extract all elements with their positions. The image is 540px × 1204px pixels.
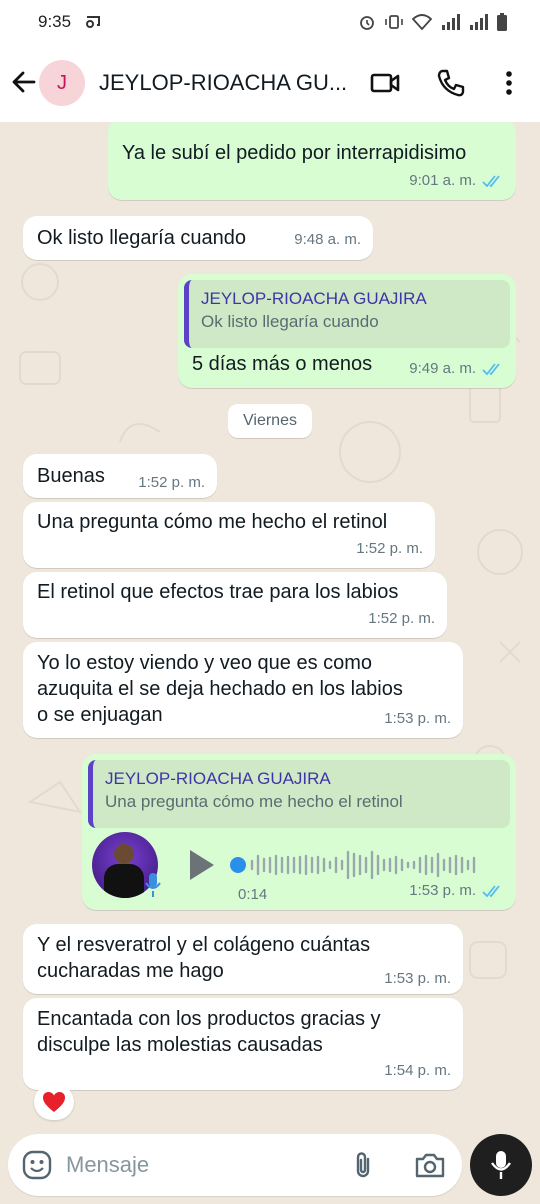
message-text: Ya le subí el pedido por interrapidisimo bbox=[122, 142, 467, 164]
signal-icon-2 bbox=[470, 14, 488, 30]
message-incoming[interactable]: Ok listo llegaría cuando 9:48 a. m. bbox=[23, 216, 373, 260]
quoted-text: Ok listo llegaría cuando bbox=[201, 312, 379, 331]
cast-icon bbox=[86, 16, 101, 28]
message-text: 5 días más o menos bbox=[192, 353, 373, 375]
message-meta: 1:53 p. m. bbox=[384, 966, 451, 992]
message-incoming[interactable]: Buenas 1:52 p. m. bbox=[23, 454, 217, 498]
message-outgoing-voice[interactable]: JEYLOP-RIOACHA GUAJIRA Una pregunta cómo… bbox=[82, 754, 516, 910]
quoted-message[interactable]: JEYLOP-RIOACHA GUAJIRA Ok listo llegaría… bbox=[184, 280, 510, 348]
voice-record-button[interactable] bbox=[470, 1134, 532, 1196]
message-time: 9:01 a. m. bbox=[409, 172, 476, 189]
message-incoming[interactable]: Yo lo estoy viendo y veo que es como azu… bbox=[23, 642, 463, 738]
message-line: cucharadas me hago bbox=[37, 960, 224, 982]
message-text: Buenas bbox=[37, 465, 105, 487]
message-meta: 9:49 a. m. bbox=[409, 356, 504, 382]
message-line: disculpe las molestias causadas bbox=[37, 1034, 323, 1056]
attach-icon[interactable] bbox=[348, 1150, 378, 1180]
message-input[interactable]: Mensaje bbox=[66, 1152, 149, 1178]
double-check-icon bbox=[482, 885, 500, 898]
quoted-sender: JEYLOP-RIOACHA GUAJIRA bbox=[201, 289, 427, 308]
message-outgoing[interactable]: Ya le subí el pedido por interrapidisimo… bbox=[108, 122, 516, 200]
voice-waveform[interactable] bbox=[228, 848, 498, 882]
message-meta: 1:52 p. m. bbox=[356, 536, 423, 562]
message-time: 1:52 p. m. bbox=[138, 474, 205, 491]
message-text: El retinol que efectos trae para los lab… bbox=[37, 581, 399, 603]
message-meta: 1:52 p. m. bbox=[138, 470, 205, 496]
heart-icon bbox=[43, 1092, 65, 1112]
message-time: 1:52 p. m. bbox=[368, 610, 435, 627]
quoted-text: Una pregunta cómo me hecho el retinol bbox=[105, 792, 403, 811]
avatar[interactable]: J bbox=[39, 60, 85, 106]
battery-icon bbox=[497, 13, 507, 31]
message-meta: 1:53 p. m. bbox=[384, 706, 451, 732]
message-incoming[interactable]: Y el resveratrol y el colágeno cuántas c… bbox=[23, 924, 463, 994]
message-time: 9:48 a. m. bbox=[294, 231, 361, 248]
message-meta: 1:54 p. m. bbox=[384, 1058, 451, 1084]
message-line: Encantada con los productos gracias y bbox=[37, 1008, 381, 1030]
message-text: Y el resveratrol y el colágeno cuántas c… bbox=[37, 932, 370, 984]
double-check-icon bbox=[482, 175, 500, 188]
message-incoming[interactable]: El retinol que efectos trae para los lab… bbox=[23, 572, 447, 638]
vibrate-icon bbox=[385, 15, 403, 29]
alarm-icon bbox=[360, 16, 374, 30]
message-time: 1:53 p. m. bbox=[409, 882, 476, 899]
quoted-message[interactable]: JEYLOP-RIOACHA GUAJIRA Una pregunta cómo… bbox=[88, 760, 510, 828]
message-text: Una pregunta cómo me hecho el retinol bbox=[37, 511, 388, 533]
more-vert-icon[interactable] bbox=[492, 66, 526, 100]
video-call-icon[interactable] bbox=[368, 66, 402, 100]
camera-icon[interactable] bbox=[414, 1150, 446, 1180]
message-meta: 1:52 p. m. bbox=[368, 606, 435, 632]
message-time: 1:53 p. m. bbox=[384, 970, 451, 987]
message-time: 1:53 p. m. bbox=[384, 710, 451, 727]
contact-name[interactable]: JEYLOP-RIOACHA GU... bbox=[99, 70, 349, 96]
mic-icon bbox=[491, 1151, 511, 1179]
message-text: Yo lo estoy viendo y veo que es como azu… bbox=[37, 650, 403, 728]
phone-icon[interactable] bbox=[434, 66, 468, 100]
message-time: 1:52 p. m. bbox=[356, 540, 423, 557]
message-composer[interactable]: Mensaje bbox=[8, 1134, 462, 1196]
status-time: 9:35 bbox=[38, 12, 72, 31]
date-separator: Viernes bbox=[228, 404, 312, 438]
mic-icon bbox=[145, 873, 161, 897]
message-text: Encantada con los productos gracias y di… bbox=[37, 1006, 381, 1058]
chat-area[interactable]: Ya le subí el pedido por interrapidisimo… bbox=[0, 122, 540, 1134]
quoted-sender: JEYLOP-RIOACHA GUAJIRA bbox=[105, 769, 331, 788]
message-line: azuquita el se deja hechado en los labio… bbox=[37, 678, 403, 700]
message-incoming[interactable]: Una pregunta cómo me hecho el retinol 1:… bbox=[23, 502, 435, 568]
message-time: 9:49 a. m. bbox=[409, 360, 476, 377]
back-arrow-icon[interactable] bbox=[8, 66, 40, 98]
signal-icon-1 bbox=[442, 14, 460, 30]
message-line: o se enjuagan bbox=[37, 704, 163, 726]
status-bar: 9:35 bbox=[0, 0, 540, 44]
emoji-icon[interactable] bbox=[22, 1150, 52, 1180]
avatar-letter: J bbox=[57, 71, 67, 94]
play-icon[interactable] bbox=[188, 848, 216, 882]
message-meta: 9:48 a. m. bbox=[294, 227, 361, 253]
message-meta: 1:53 p. m. bbox=[409, 878, 504, 904]
message-text: Ok listo llegaría cuando bbox=[37, 227, 247, 249]
message-meta: 9:01 a. m. bbox=[409, 168, 504, 194]
message-outgoing-reply[interactable]: JEYLOP-RIOACHA GUAJIRA Ok listo llegaría… bbox=[178, 274, 516, 388]
voice-duration: 0:14 bbox=[238, 886, 268, 903]
reaction-badge[interactable] bbox=[34, 1084, 74, 1120]
message-line: Yo lo estoy viendo y veo que es como bbox=[37, 652, 373, 674]
message-time: 1:54 p. m. bbox=[384, 1062, 451, 1079]
message-incoming[interactable]: Encantada con los productos gracias y di… bbox=[23, 998, 463, 1090]
chat-header: J JEYLOP-RIOACHA GU... bbox=[0, 44, 540, 122]
double-check-icon bbox=[482, 363, 500, 376]
message-line: Y el resveratrol y el colágeno cuántas bbox=[37, 934, 371, 956]
wifi-icon bbox=[412, 14, 432, 30]
